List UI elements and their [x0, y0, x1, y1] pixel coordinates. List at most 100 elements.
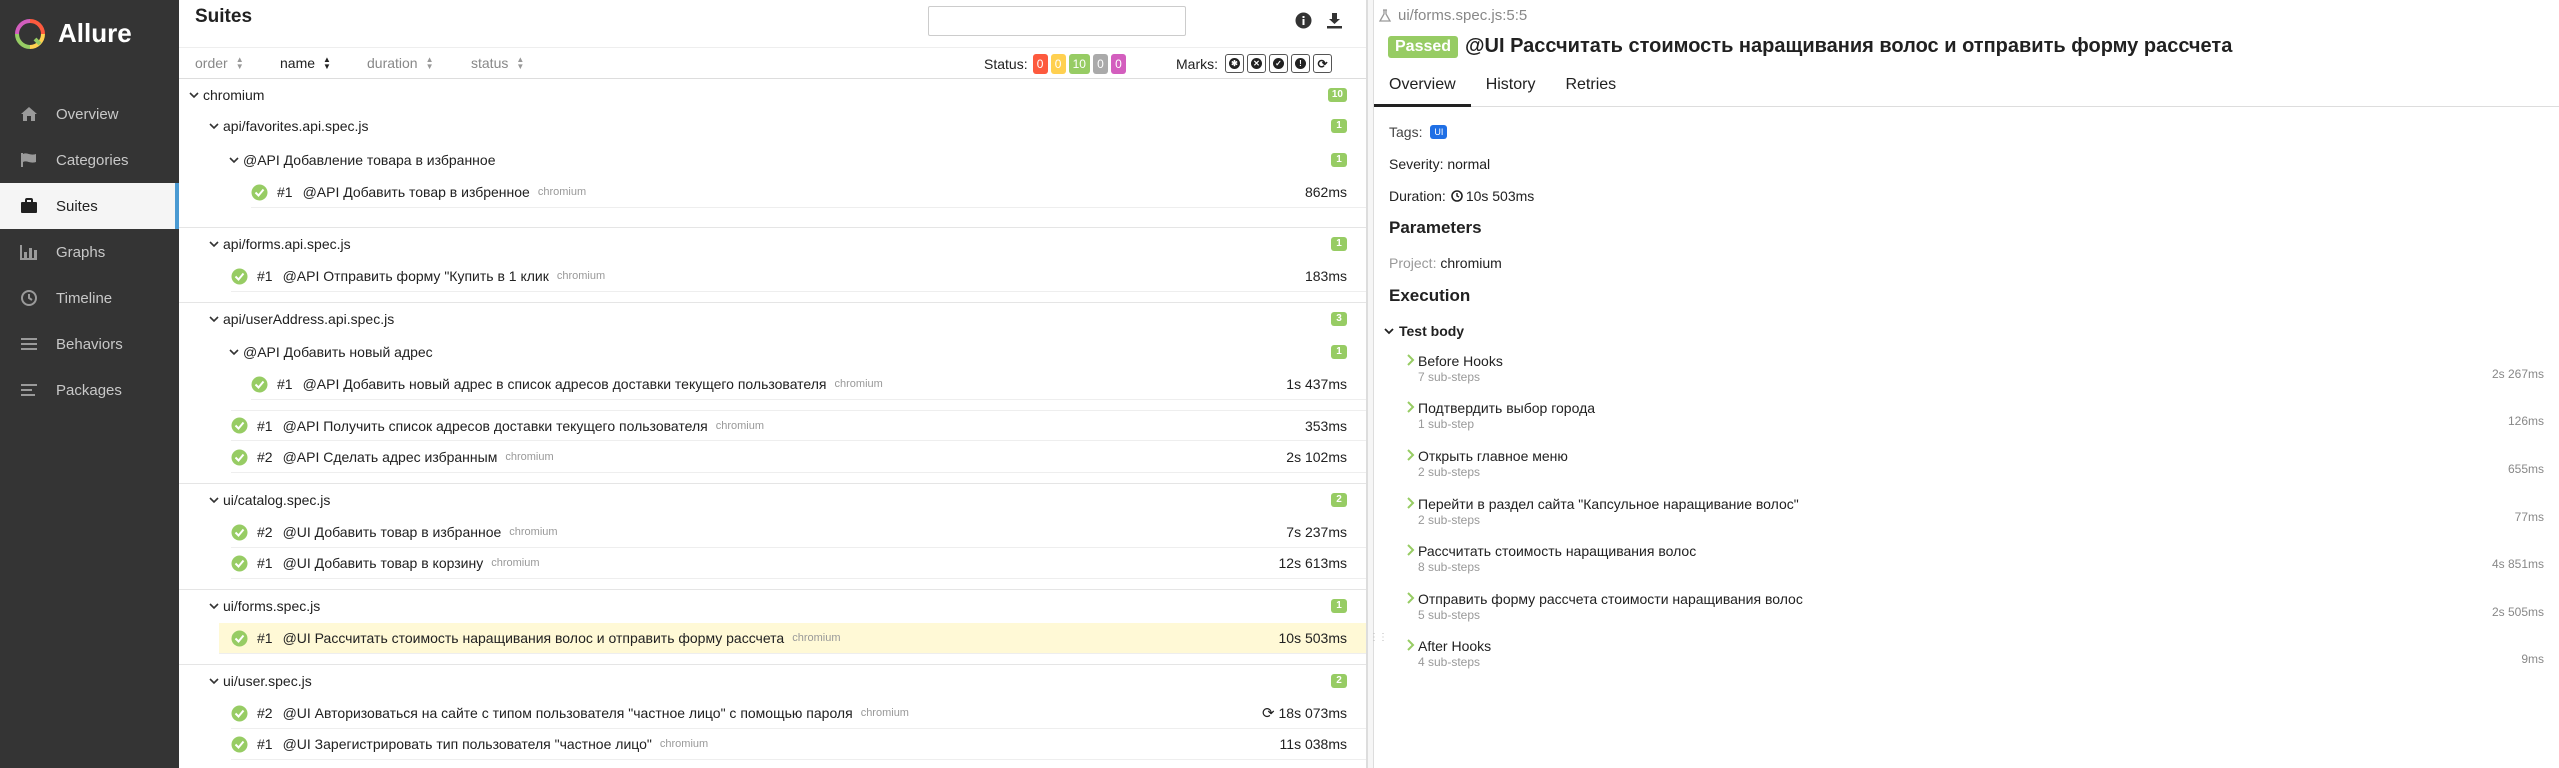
chevron-right-icon [1407, 592, 1415, 604]
step-row[interactable]: After Hooks 4 sub-steps 9ms [1406, 636, 2544, 680]
tree-group-label: ui/user.spec.js [223, 673, 312, 689]
tags-label: Tags: [1389, 124, 1423, 140]
execution-heading: Execution [1389, 286, 1471, 305]
status-label: Status: [984, 56, 1028, 72]
step-substeps: 2 sub-steps [1418, 465, 1481, 479]
test-row[interactable]: #1 @UI Зарегистрировать тип пользователя… [231, 729, 1366, 760]
new-failed-icon: ✕ [1251, 58, 1262, 69]
mark-flaky-button[interactable]: ✱ [1225, 54, 1244, 73]
tree-group[interactable]: ui/forms.spec.js 1 [179, 590, 1366, 622]
sidebar-item-label: Timeline [56, 289, 113, 307]
tree-root-chromium[interactable]: chromium 10 [179, 79, 1366, 111]
tree-group[interactable]: api/forms.api.spec.js 1 [179, 228, 1366, 260]
test-duration: 10s 503ms [1278, 630, 1347, 646]
sidebar-item-categories[interactable]: Categories [0, 137, 179, 183]
sort-label: name [280, 55, 316, 71]
tab-overview[interactable]: Overview [1374, 69, 1471, 107]
test-body-toggle[interactable]: Test body [1384, 323, 1464, 339]
retry-icon: ⟳ [1317, 56, 1328, 71]
tree-group-label: ui/forms.spec.js [223, 598, 321, 614]
tree-count-badge: 1 [1331, 119, 1347, 133]
info-icon[interactable] [1292, 9, 1314, 31]
test-row[interactable]: #1 @API Добавить товар в избренное chrom… [251, 177, 1366, 208]
sidebar-item-timeline[interactable]: Timeline [0, 275, 179, 321]
param-name: Project: [1389, 255, 1437, 271]
test-row[interactable]: #2 @API Сделать адрес избранным chromium… [231, 442, 1366, 473]
test-row[interactable]: #1 @API Отправить форму "Купить в 1 клик… [231, 261, 1366, 292]
sort-duration[interactable]: duration ▲ ▼ [367, 55, 434, 71]
chevron-down-icon [208, 120, 220, 132]
step-row[interactable]: Before Hooks 7 sub-steps 2s 267ms [1406, 351, 2544, 395]
sort-order[interactable]: order ▲ ▼ [195, 55, 244, 71]
test-name: @API Отправить форму "Купить в 1 клик [282, 268, 549, 284]
test-env: chromium [556, 270, 606, 282]
test-row[interactable]: #1 @API Добавить новый адрес в список ад… [251, 369, 1366, 400]
sidebar-item-suites[interactable]: Suites [0, 183, 179, 229]
status-passed-badge[interactable]: 10 [1068, 54, 1090, 74]
tree-group[interactable]: api/favorites.api.spec.js 1 [179, 110, 1366, 142]
passed-check-icon [251, 184, 268, 200]
test-env: chromium [834, 378, 883, 390]
tree-subgroup[interactable]: @API Добавить новый адрес 1 [179, 336, 1366, 368]
test-row[interactable]: #1 @API Получить список адресов доставки… [231, 410, 1366, 441]
download-icon[interactable] [1323, 9, 1345, 31]
sidebar-item-overview[interactable]: Overview [0, 91, 179, 137]
mark-new-passed-button[interactable]: ✓ [1269, 54, 1288, 73]
mark-new-broken-button[interactable]: ! [1291, 54, 1310, 73]
test-row-selected[interactable]: #1 @UI Рассчитать стоимость наращивания … [219, 623, 1366, 654]
breadcrumb[interactable]: ui/forms.spec.js:5:5 [1378, 7, 1527, 24]
test-order: #2 [257, 705, 273, 721]
status-filter: Status: 0 0 10 0 0 [984, 54, 1126, 74]
test-row[interactable]: #2 @UI Добавить товар в избранное chromi… [231, 517, 1366, 548]
pane-splitter[interactable]: ⋮⋮ [1367, 0, 1388, 768]
chevron-right-icon [1407, 544, 1415, 556]
test-name: @UI Авторизоваться на сайте с типом поль… [282, 705, 853, 721]
sort-status[interactable]: status ▲ ▼ [471, 55, 524, 71]
clock-icon [1451, 190, 1463, 202]
mark-new-failed-button[interactable]: ✕ [1247, 54, 1266, 73]
step-row[interactable]: Подтвердить выбор города 1 sub-step 126m… [1406, 398, 2544, 442]
mark-retries-button[interactable]: ⟳ [1313, 54, 1332, 73]
search-input[interactable] [928, 6, 1186, 36]
step-row[interactable]: Перейти в раздел сайта "Капсульное наращ… [1406, 494, 2544, 538]
step-name: Перейти в раздел сайта "Капсульное наращ… [1418, 496, 1799, 512]
tag-badge[interactable]: UI [1430, 125, 1448, 139]
step-row[interactable]: Отправить форму рассчета стоимости наращ… [1406, 589, 2544, 633]
sort-name[interactable]: name ▲ ▼ [280, 55, 331, 71]
tab-history[interactable]: History [1471, 69, 1551, 107]
tags-row: Tags: UI [1389, 124, 1448, 140]
status-broken-badge[interactable]: 0 [1050, 54, 1066, 74]
status-skipped-badge[interactable]: 0 [1092, 54, 1108, 74]
tree-subgroup[interactable]: @API Добавление товара в избранное 1 [179, 144, 1366, 176]
sidebar-item-graphs[interactable]: Graphs [0, 229, 179, 275]
tree-group[interactable]: ui/user.spec.js 2 [179, 665, 1366, 697]
tree-group[interactable]: ui/catalog.spec.js 2 [179, 484, 1366, 516]
chevron-right-icon [1407, 401, 1415, 413]
test-row[interactable]: #2 @UI Авторизоваться на сайте с типом п… [231, 698, 1366, 729]
test-name: @UI Рассчитать стоимость наращивания вол… [282, 630, 785, 646]
status-unknown-badge[interactable]: 0 [1110, 54, 1126, 74]
brand[interactable]: Allure [0, 0, 179, 67]
step-row[interactable]: Рассчитать стоимость наращивания волос 8… [1406, 541, 2544, 585]
step-row[interactable]: Открыть главное меню 2 sub-steps 655ms [1406, 446, 2544, 490]
test-body-label: Test body [1399, 323, 1465, 339]
duration-row: Duration: 10s 503ms [1389, 188, 1534, 204]
test-title: @UI Рассчитать стоимость наращивания вол… [1465, 35, 2233, 57]
test-env: chromium [491, 557, 540, 569]
brand-name: Allure [58, 18, 132, 48]
sidebar-item-packages[interactable]: Packages [0, 367, 179, 413]
sidebar-item-behaviors[interactable]: Behaviors [0, 321, 179, 367]
status-failed-badge[interactable]: 0 [1032, 54, 1048, 74]
tab-retries[interactable]: Retries [1550, 69, 1631, 107]
sort-label: status [471, 55, 509, 71]
step-duration: 2s 267ms [2491, 367, 2544, 381]
test-name: @API Получить список адресов доставки те… [282, 417, 708, 434]
tree-group[interactable]: api/userAddress.api.spec.js 3 [179, 303, 1366, 335]
test-order: #1 [257, 268, 273, 284]
retry-icon: ⟳ [1261, 705, 1275, 722]
chevron-down-icon [208, 600, 220, 612]
chevron-down-icon [208, 313, 220, 325]
test-name: @API Сделать адрес избранным [282, 449, 498, 465]
test-row[interactable]: #1 @UI Добавить товар в корзину chromium… [231, 548, 1366, 579]
tree-group-label: ui/catalog.spec.js [223, 492, 331, 508]
